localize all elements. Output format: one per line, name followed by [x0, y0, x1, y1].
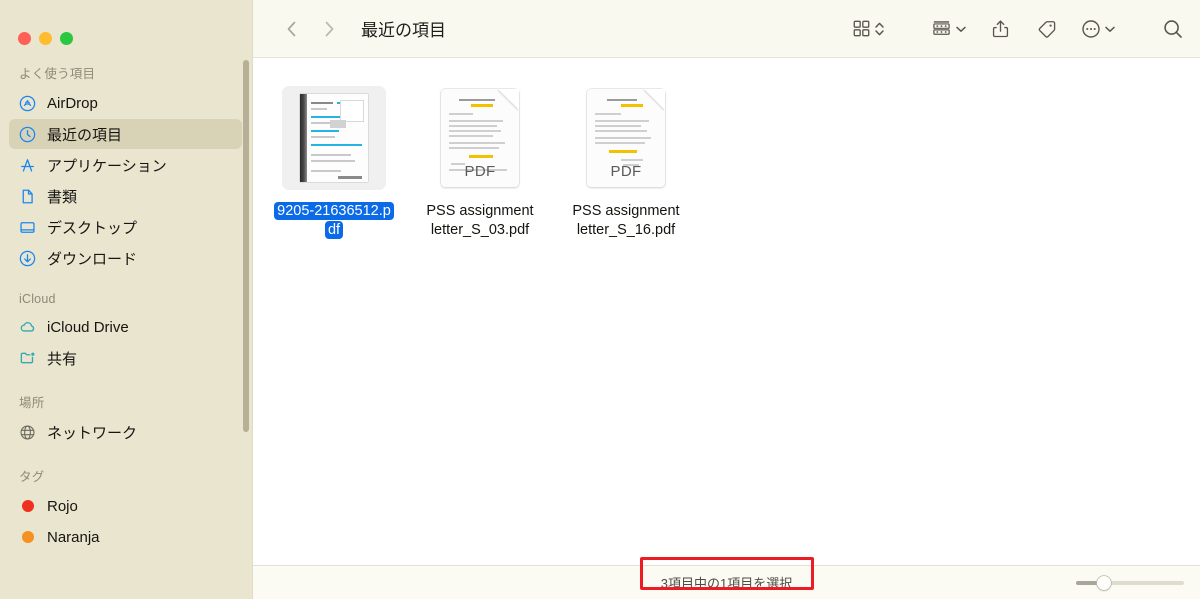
search-button[interactable] [1162, 12, 1184, 46]
sidebar-section-icloud-title: iCloud [19, 292, 56, 306]
forward-button[interactable] [315, 15, 343, 43]
applications-icon [18, 156, 37, 175]
page-title: 最近の項目 [361, 21, 446, 40]
file-name: PSS assignment letter_S_03.pdf [426, 203, 534, 238]
group-by-button[interactable] [931, 12, 952, 46]
main-area: 最近の項目 9205-21636512.p df PDF PSS assignm… [252, 0, 1200, 599]
toolbar: 最近の項目 [253, 0, 1200, 58]
file-thumbnail [278, 82, 390, 194]
finder-window: よく使う項目 AirDrop 最近の項目 アプリケーション 書類 デスクトップ … [0, 0, 1200, 599]
sidebar: よく使う項目 AirDrop 最近の項目 アプリケーション 書類 デスクトップ … [0, 0, 252, 599]
sidebar-item-label: iCloud Drive [47, 318, 129, 336]
sidebar-item-applications[interactable]: アプリケーション [9, 150, 242, 180]
sidebar-item-label: アプリケーション [47, 157, 167, 175]
globe-icon [18, 423, 37, 442]
chevron-down-icon[interactable] [1104, 23, 1116, 35]
back-button[interactable] [277, 15, 305, 43]
document-icon [18, 187, 37, 206]
sidebar-section-locations-title: 場所 [19, 396, 45, 410]
file-thumbnail: PDF [570, 82, 682, 194]
close-button[interactable] [18, 32, 31, 45]
sidebar-section-tags-title: タグ [19, 470, 45, 484]
file-item[interactable]: PDF PSS assignment letter_S_16.pdf [553, 80, 699, 240]
desktop-icon [18, 218, 37, 237]
slider-knob[interactable] [1097, 575, 1111, 590]
minimize-button[interactable] [39, 32, 52, 45]
file-type-badge: PDF [610, 163, 642, 180]
window-controls [0, 0, 252, 56]
status-bar: 3項目中の1項目を選択 [253, 557, 1200, 599]
sidebar-item-tag-naranja[interactable]: Naranja [9, 522, 242, 552]
file-item[interactable]: PDF PSS assignment letter_S_03.pdf [407, 80, 553, 240]
file-thumbnail: PDF [424, 82, 536, 194]
view-grid-button[interactable] [852, 12, 871, 46]
sidebar-item-shared[interactable]: 共有 [9, 343, 242, 373]
sidebar-scrollbar[interactable] [243, 60, 249, 432]
clock-icon [18, 125, 37, 144]
sidebar-item-icloud-drive[interactable]: iCloud Drive [9, 312, 242, 342]
download-icon [18, 249, 37, 268]
sidebar-item-label: デスクトップ [47, 219, 138, 237]
chevron-down-icon[interactable] [955, 23, 967, 35]
tag-button[interactable] [1036, 12, 1057, 46]
file-item[interactable]: 9205-21636512.p df [261, 80, 407, 240]
sidebar-item-desktop[interactable]: デスクトップ [9, 212, 242, 242]
tag-dot-icon [18, 528, 37, 547]
cloud-icon [18, 318, 37, 337]
maximize-button[interactable] [60, 32, 73, 45]
file-type-badge: PDF [464, 163, 496, 180]
file-name: PSS assignment letter_S_16.pdf [572, 203, 680, 238]
sidebar-item-label: Rojo [47, 497, 78, 515]
sidebar-item-network[interactable]: ネットワーク [9, 417, 242, 447]
sidebar-item-downloads[interactable]: ダウンロード [9, 243, 242, 273]
sidebar-item-tag-rojo[interactable]: Rojo [9, 491, 242, 521]
file-grid: 9205-21636512.p df PDF PSS assignment le… [253, 58, 1200, 565]
sidebar-item-airdrop[interactable]: AirDrop [9, 88, 242, 118]
sidebar-item-label: ネットワーク [47, 424, 138, 442]
sidebar-item-recents[interactable]: 最近の項目 [9, 119, 242, 149]
sidebar-item-label: ダウンロード [47, 250, 138, 268]
sidebar-item-label: Naranja [47, 528, 100, 546]
shared-folder-icon [18, 349, 37, 368]
share-button[interactable] [991, 12, 1010, 46]
tag-dot-icon [18, 497, 37, 516]
sidebar-section-favorites-title: よく使う項目 [19, 67, 96, 81]
file-name: 9205-21636512.p df [274, 202, 394, 240]
sidebar-item-label: AirDrop [47, 94, 98, 112]
sidebar-item-documents[interactable]: 書類 [9, 181, 242, 211]
more-actions-button[interactable] [1081, 12, 1101, 46]
sidebar-item-label: 最近の項目 [47, 126, 123, 144]
selection-status-text: 3項目中の1項目を選択 [660, 576, 793, 591]
chevron-up-down-icon[interactable] [874, 20, 885, 38]
toolbar-actions [852, 12, 1184, 46]
airdrop-icon [18, 94, 37, 113]
sidebar-item-label: 共有 [47, 350, 78, 368]
icon-size-slider[interactable] [1076, 575, 1184, 590]
sidebar-item-label: 書類 [47, 188, 78, 206]
